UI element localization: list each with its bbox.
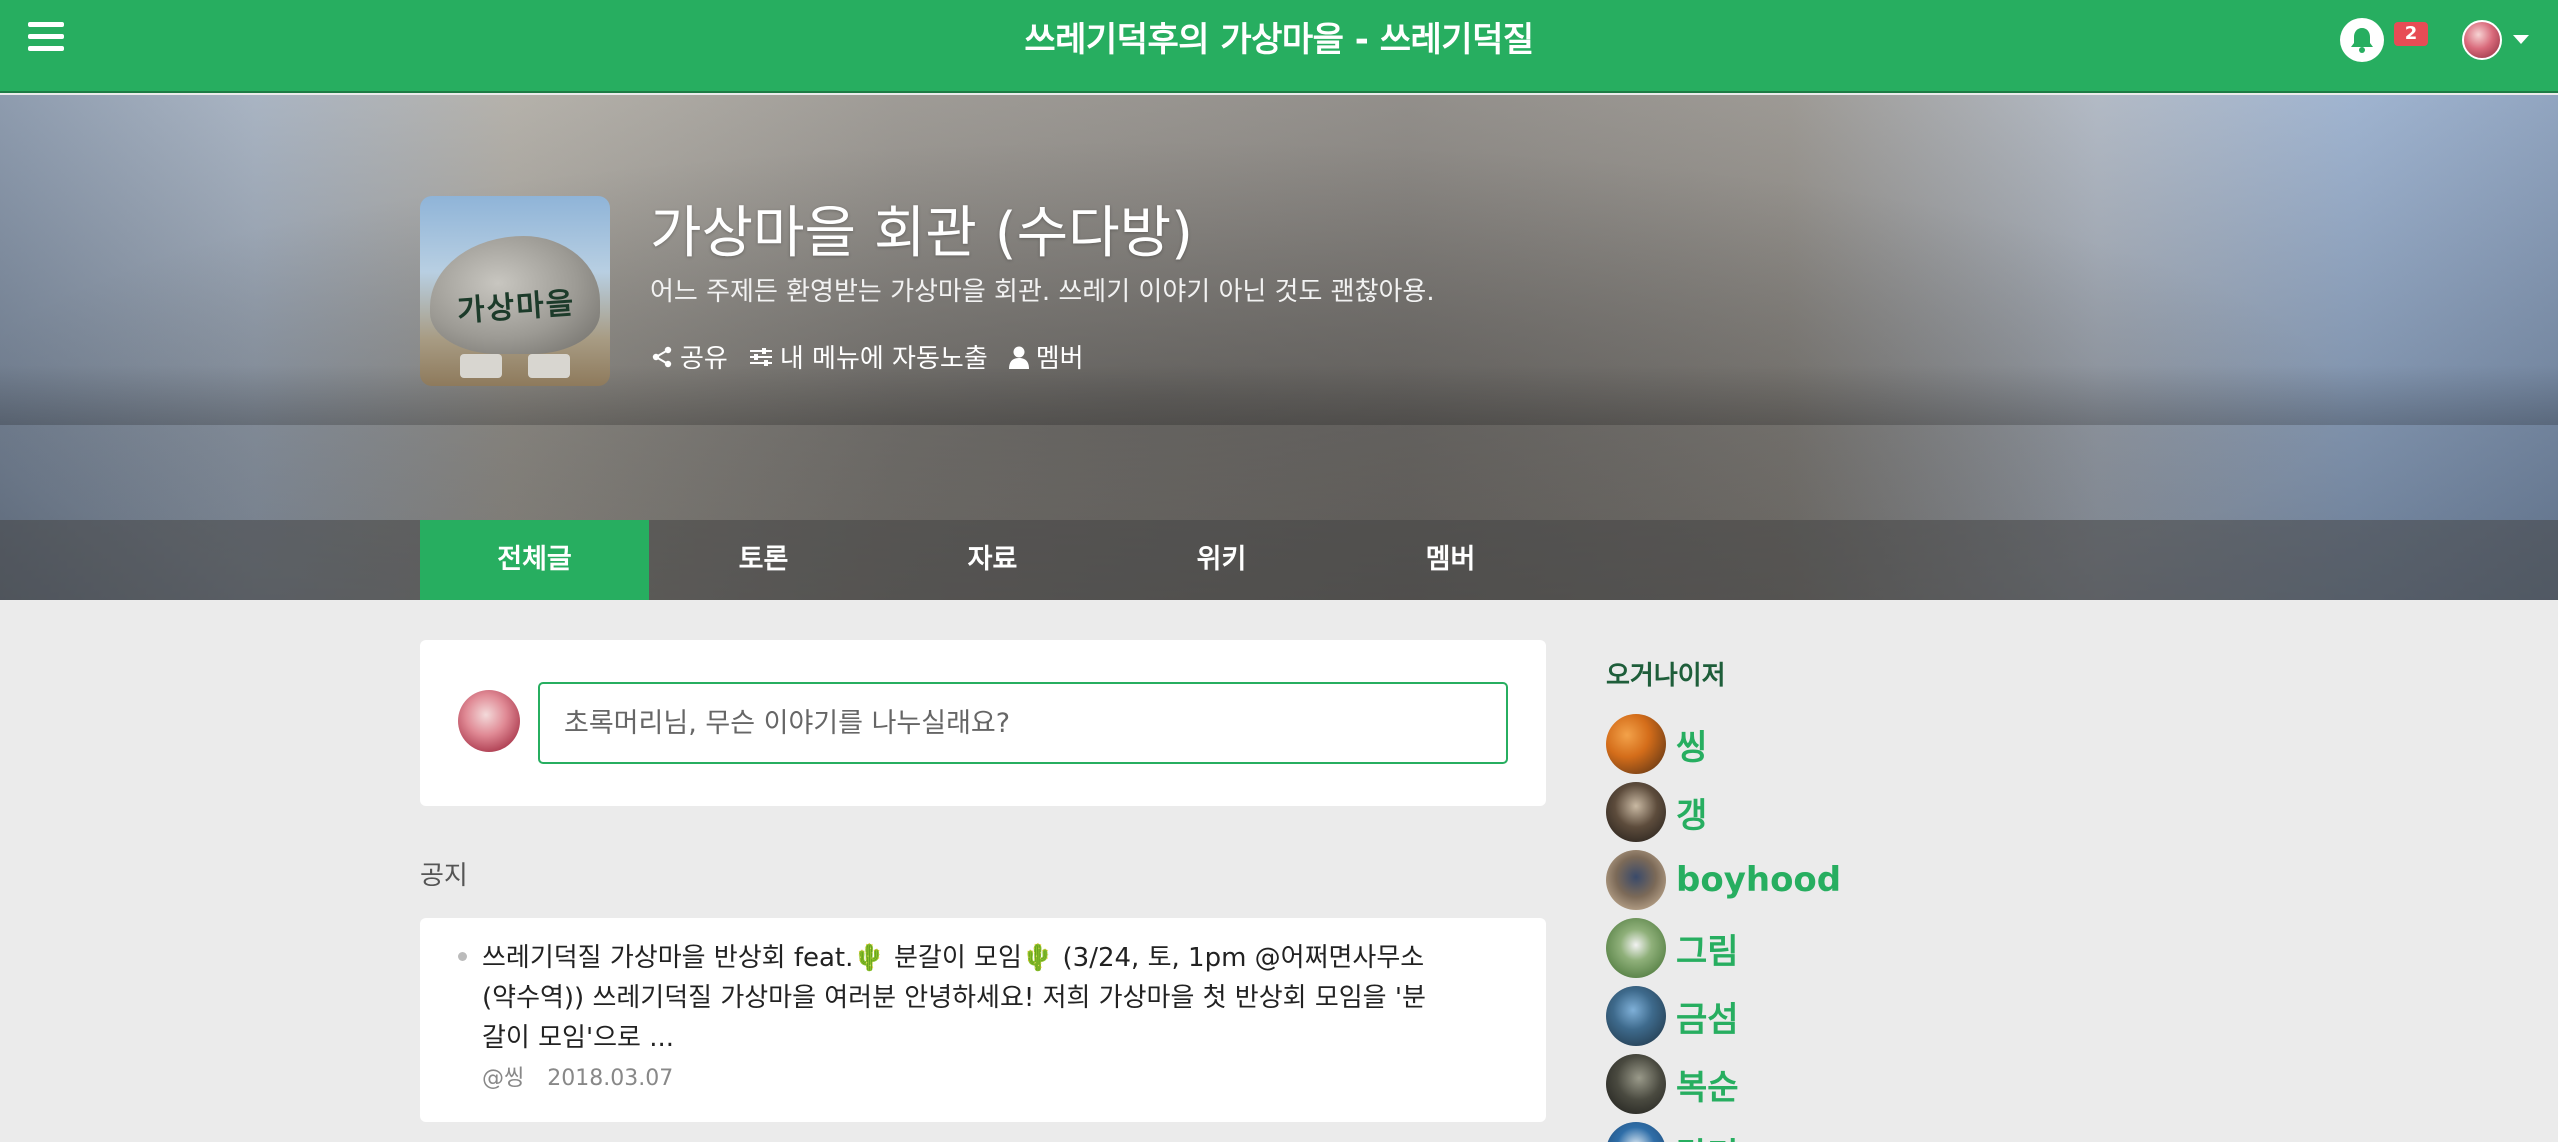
avatar bbox=[1606, 850, 1666, 910]
organizer-name[interactable]: 그림 bbox=[1676, 924, 1739, 973]
bullet-icon bbox=[458, 952, 467, 961]
organizer-item[interactable]: 달리 bbox=[1606, 1118, 1841, 1142]
group-description: 어느 주제든 환영받는 가상마을 회관. 쓰레기 이야기 아닌 것도 괜찮아용. bbox=[650, 277, 1435, 307]
organizer-name[interactable]: 금섬 bbox=[1676, 992, 1739, 1041]
tab-members[interactable]: 멤버 bbox=[1336, 520, 1565, 600]
top-bar: 쓰레기덕후의 가상마을 - 쓰레기덕질 2 bbox=[0, 0, 2558, 93]
organizer-item[interactable]: 복순 bbox=[1606, 1050, 1841, 1118]
group-tabs: 전체글 토론 자료 위키 멤버 bbox=[0, 520, 2558, 600]
group-thumbnail: 가상마을 bbox=[420, 196, 610, 386]
share-label: 공유 bbox=[680, 344, 728, 374]
notice-author[interactable]: @씽 bbox=[482, 1066, 524, 1091]
notice-section-label: 공지 bbox=[420, 861, 468, 891]
auto-menu-label: 내 메뉴에 자동노출 bbox=[779, 344, 988, 374]
post-composer bbox=[420, 640, 1546, 806]
organizer-title: 오거나이저 bbox=[1606, 661, 1726, 691]
avatar bbox=[1606, 918, 1666, 978]
avatar bbox=[458, 690, 520, 752]
organizer-item[interactable]: boyhood bbox=[1606, 846, 1841, 914]
organizer-item[interactable]: 금섬 bbox=[1606, 982, 1841, 1050]
user-avatar[interactable] bbox=[2462, 20, 2502, 60]
organizer-name[interactable]: 달리 bbox=[1676, 1128, 1739, 1142]
organizer-item[interactable]: 그림 bbox=[1606, 914, 1841, 982]
site-title[interactable]: 쓰레기덕후의 가상마을 - 쓰레기덕질 bbox=[0, 12, 2558, 61]
tab-wiki[interactable]: 위키 bbox=[1107, 520, 1336, 600]
group-title: 가상마을 회관 (수다방) bbox=[650, 201, 1193, 266]
organizer-list: 씽 갱 boyhood 그림 금섬 복순 달리 bbox=[1606, 710, 1841, 1142]
tab-all-posts[interactable]: 전체글 bbox=[420, 520, 649, 600]
sliders-icon bbox=[749, 347, 772, 366]
post-input[interactable] bbox=[538, 682, 1508, 764]
notice-card: 쓰레기덕질 가상마을 반상회 feat.🌵 분갈이 모임🌵 (3/24, 토, … bbox=[420, 918, 1546, 1122]
notice-date: 2018.03.07 bbox=[547, 1066, 674, 1091]
organizer-name[interactable]: 복순 bbox=[1676, 1060, 1739, 1109]
organizer-name[interactable]: boyhood bbox=[1676, 860, 1841, 900]
notice-meta: @씽 2018.03.07 bbox=[482, 1060, 689, 1092]
notification-count-badge[interactable]: 2 bbox=[2394, 22, 2428, 46]
avatar bbox=[1606, 1122, 1666, 1142]
tab-resources[interactable]: 자료 bbox=[878, 520, 1107, 600]
organizer-name[interactable]: 갱 bbox=[1676, 788, 1707, 837]
bell-icon[interactable] bbox=[2340, 18, 2384, 62]
members-button[interactable]: 멤버 bbox=[1008, 338, 1084, 375]
organizer-name[interactable]: 씽 bbox=[1676, 720, 1707, 769]
tab-discussion[interactable]: 토론 bbox=[649, 520, 878, 600]
avatar bbox=[1606, 1054, 1666, 1114]
avatar bbox=[1606, 986, 1666, 1046]
members-label: 멤버 bbox=[1035, 344, 1084, 374]
share-button[interactable]: 공유 bbox=[650, 338, 728, 375]
group-actions: 공유 내 메뉴에 자동노출 멤버 bbox=[650, 338, 1084, 375]
user-icon bbox=[1008, 346, 1029, 369]
organizer-item[interactable]: 씽 bbox=[1606, 710, 1841, 778]
notice-post-link[interactable]: 쓰레기덕질 가상마을 반상회 feat.🌵 분갈이 모임🌵 (3/24, 토, … bbox=[482, 938, 1442, 1058]
auto-menu-button[interactable]: 내 메뉴에 자동노출 bbox=[748, 338, 988, 375]
share-icon bbox=[652, 346, 672, 367]
avatar bbox=[1606, 782, 1666, 842]
avatar bbox=[1606, 714, 1666, 774]
chevron-down-icon[interactable] bbox=[2513, 35, 2529, 44]
organizer-item[interactable]: 갱 bbox=[1606, 778, 1841, 846]
